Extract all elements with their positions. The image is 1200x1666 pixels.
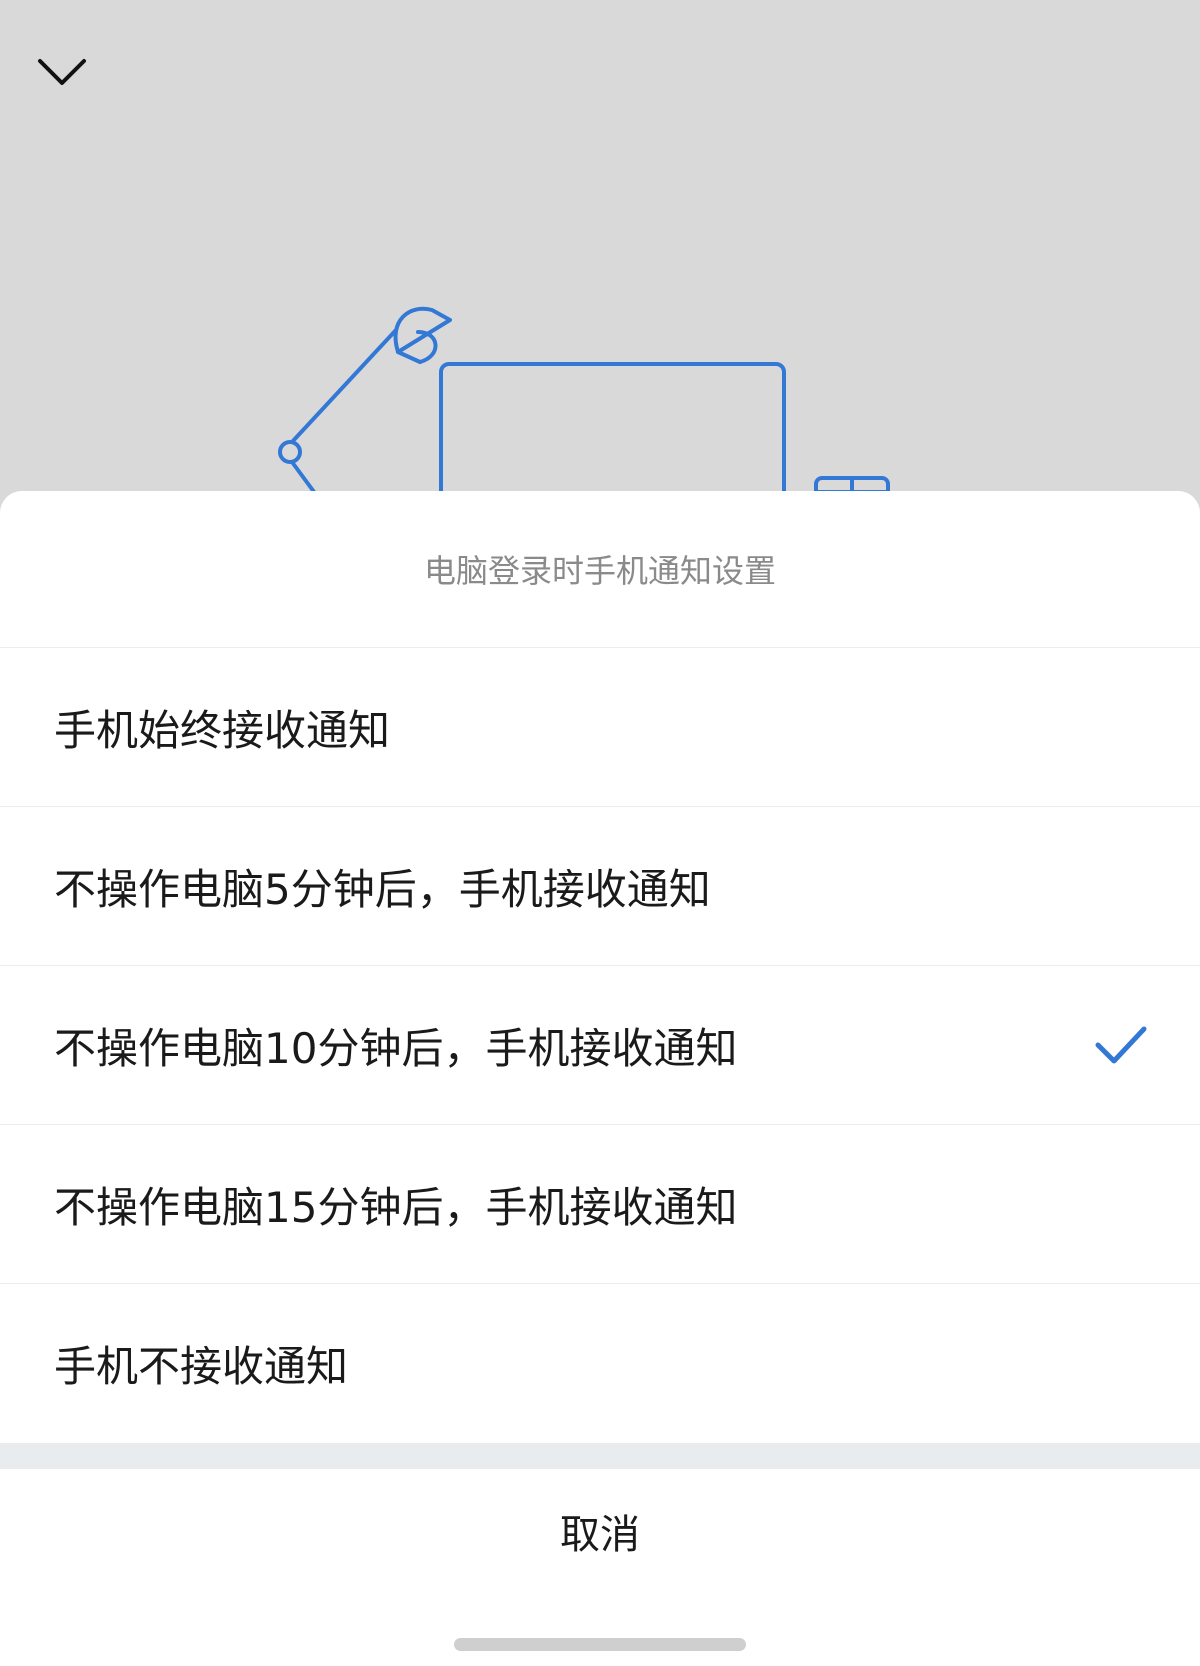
back-button[interactable] [30,50,94,100]
option-10-minutes[interactable]: 不操作电脑10分钟后，手机接收通知 [0,966,1200,1125]
desk-lamp-computer-illustration [278,306,890,500]
option-always-receive[interactable]: 手机始终接收通知 [0,648,1200,807]
checkmark-icon [1095,1026,1147,1064]
option-5-minutes[interactable]: 不操作电脑5分钟后，手机接收通知 [0,807,1200,966]
screen: 电脑登录时手机通知设置 手机始终接收通知 不操作电脑5分钟后，手机接收通知 不操… [0,0,1200,1666]
option-15-minutes[interactable]: 不操作电脑15分钟后，手机接收通知 [0,1125,1200,1284]
option-label: 不操作电脑5分钟后，手机接收通知 [54,864,711,914]
option-label: 手机始终接收通知 [54,705,391,755]
divider [0,1443,1200,1469]
sheet-title: 电脑登录时手机通知设置 [0,491,1200,648]
home-indicator[interactable] [454,1638,746,1651]
cancel-button[interactable]: 取消 [0,1469,1200,1593]
option-never-receive[interactable]: 手机不接收通知 [0,1284,1200,1443]
chevron-down-icon [36,57,88,93]
option-label: 手机不接收通知 [54,1342,349,1391]
notification-settings-sheet: 电脑登录时手机通知设置 手机始终接收通知 不操作电脑5分钟后，手机接收通知 不操… [0,491,1200,1666]
option-label: 不操作电脑10分钟后，手机接收通知 [54,1023,738,1073]
option-label: 不操作电脑15分钟后，手机接收通知 [54,1182,738,1232]
